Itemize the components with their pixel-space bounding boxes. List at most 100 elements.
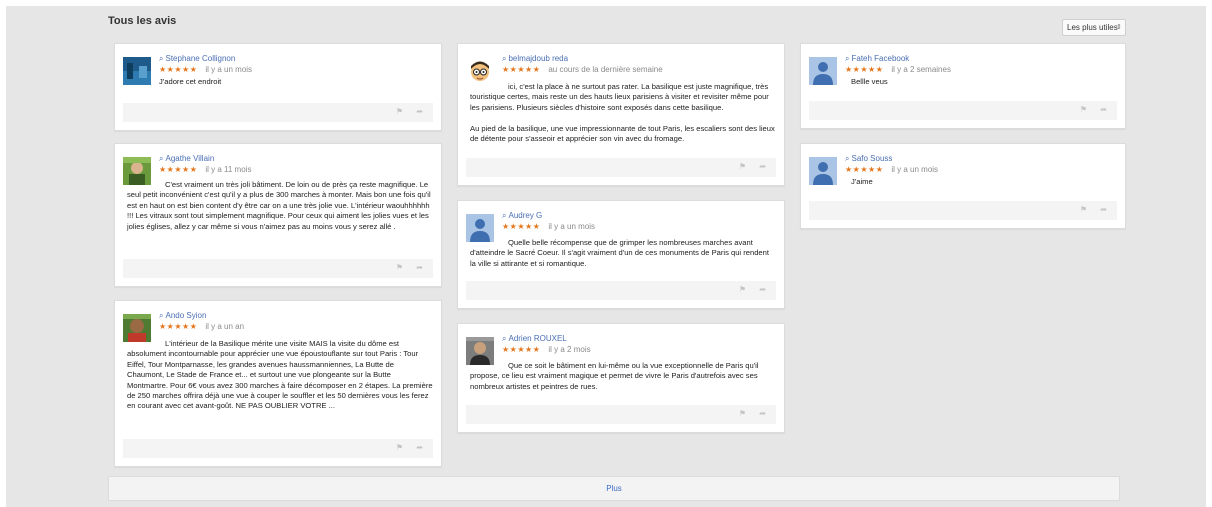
load-more-link[interactable]: Plus	[109, 484, 1119, 493]
flag-icon[interactable]: ⚑	[396, 443, 403, 452]
review-rating: ★★★★★ il y a un mois	[159, 65, 252, 74]
share-icon[interactable]: ➦	[759, 285, 766, 294]
avatar	[809, 157, 837, 185]
star-rating: ★★★★★	[502, 345, 541, 354]
flag-icon[interactable]: ⚑	[1080, 105, 1087, 114]
review-date: il y a 2 semaines	[891, 65, 951, 74]
flag-icon[interactable]: ⚑	[739, 285, 746, 294]
page-title: Tous les avis	[108, 15, 177, 27]
search-icon: ⌕	[502, 211, 507, 220]
review-rating: ★★★★★ il y a 11 mois	[159, 165, 251, 174]
avatar	[466, 57, 494, 85]
search-icon: ⌕	[159, 54, 164, 63]
review-author-name: Safo Souss	[851, 154, 893, 163]
review-text: Bellle veus	[851, 77, 888, 86]
review-author-name: Agathe Villain	[165, 154, 215, 163]
review-author-link[interactable]: ⌕ belmajdoub reda	[502, 54, 568, 64]
review-card: ⌕ Stephane Collignon ★★★★★ il y a un mois …	[114, 43, 442, 131]
review-card: ⌕ Agathe Villain ★★★★★ il y a 11 mois C'es…	[114, 143, 442, 287]
avatar	[809, 57, 837, 85]
review-card: ⌕ belmajdoub reda ★★★★★ au cours de la der…	[457, 43, 785, 186]
share-icon[interactable]: ➦	[416, 107, 423, 116]
share-icon[interactable]: ➦	[759, 409, 766, 418]
search-icon: ⌕	[502, 54, 507, 63]
review-text: J'aime	[851, 177, 873, 186]
review-card: ⌕ Fateh Facebook ★★★★★ il y a 2 semaines B…	[800, 43, 1126, 129]
review-text: L'intérieur de la Basilique mérite une v…	[127, 339, 433, 411]
search-icon: ⌕	[159, 311, 164, 320]
review-rating: ★★★★★ au cours de la dernière semaine	[502, 65, 663, 74]
sort-select-label: Les plus utiles	[1067, 23, 1118, 32]
review-text: ici, c'est la place à ne surtout pas rat…	[470, 82, 769, 112]
review-actions: ⚑ ➦	[466, 158, 776, 177]
star-rating: ★★★★★	[159, 322, 198, 331]
review-author-link[interactable]: ⌕ Stephane Collignon	[159, 54, 235, 64]
star-rating: ★★★★★	[845, 165, 884, 174]
search-icon: ⌕	[159, 154, 164, 163]
review-text: J'adore cet endroit	[159, 77, 222, 86]
star-rating: ★★★★★	[502, 222, 541, 231]
avatar	[123, 314, 151, 342]
star-rating: ★★★★★	[159, 65, 198, 74]
star-rating: ★★★★★	[845, 65, 884, 74]
flag-icon[interactable]: ⚑	[739, 409, 746, 418]
review-author-name: Ando Syion	[165, 311, 207, 320]
review-author-name: belmajdoub reda	[508, 54, 569, 63]
review-author-name: Adrien ROUXEL	[508, 334, 567, 343]
sort-select[interactable]: Les plus utiles ⇕	[1062, 19, 1126, 36]
review-actions: ⚑ ➦	[123, 259, 433, 278]
review-rating: ★★★★★ il y a un mois	[502, 222, 595, 231]
review-date: il y a un mois	[205, 65, 253, 74]
review-text: Que ce soit le bâtiment en lui-même ou l…	[470, 361, 759, 391]
share-icon[interactable]: ➦	[1100, 105, 1107, 114]
star-rating: ★★★★★	[502, 65, 541, 74]
review-author-link[interactable]: ⌕ Adrien ROUXEL	[502, 334, 567, 344]
review-card: ⌕ Ando Syion ★★★★★ il y a un an L'intérieu…	[114, 300, 442, 467]
review-date: il y a un mois	[891, 165, 939, 174]
review-author-link[interactable]: ⌕ Audrey G	[502, 211, 542, 221]
review-author-link[interactable]: ⌕ Safo Souss	[845, 154, 892, 164]
share-icon[interactable]: ➦	[759, 162, 766, 171]
avatar	[123, 57, 151, 85]
review-text: C'est vraiment un très joli bâtiment. De…	[127, 180, 431, 231]
review-rating: ★★★★★ il y a un mois	[845, 165, 938, 174]
review-actions: ⚑ ➦	[123, 103, 433, 122]
share-icon[interactable]: ➦	[416, 263, 423, 272]
review-actions: ⚑ ➦	[809, 101, 1117, 120]
review-rating: ★★★★★ il y a 2 semaines	[845, 65, 951, 74]
flag-icon[interactable]: ⚑	[396, 107, 403, 116]
review-author-name: Stephane Collignon	[165, 54, 236, 63]
share-icon[interactable]: ➦	[1100, 205, 1107, 214]
review-actions: ⚑ ➦	[466, 281, 776, 300]
review-author-link[interactable]: ⌕ Ando Syion	[159, 311, 206, 321]
review-text-continued: Au pied de la basilique, une vue impress…	[470, 124, 775, 144]
review-date: il y a 11 mois	[205, 165, 252, 174]
review-card: ⌕ Adrien ROUXEL ★★★★★ il y a 2 mois Que ce…	[457, 323, 785, 433]
review-rating: ★★★★★ il y a un an	[159, 322, 244, 331]
flag-icon[interactable]: ⚑	[396, 263, 403, 272]
review-author-link[interactable]: ⌕ Fateh Facebook	[845, 54, 909, 64]
flag-icon[interactable]: ⚑	[1080, 205, 1087, 214]
review-text: Quelle belle récompense que de grimper l…	[470, 238, 769, 268]
review-card: ⌕ Audrey G ★★★★★ il y a un mois Quelle bel…	[457, 200, 785, 309]
review-date: il y a un mois	[548, 222, 596, 231]
sort-arrows-icon: ⇕	[1116, 24, 1122, 31]
search-icon: ⌕	[502, 334, 507, 343]
review-date: il y a 2 mois	[548, 345, 591, 354]
review-actions: ⚑ ➦	[123, 439, 433, 458]
review-actions: ⚑ ➦	[466, 405, 776, 424]
search-icon: ⌕	[845, 54, 850, 63]
search-icon: ⌕	[845, 154, 850, 163]
review-date: au cours de la dernière semaine	[548, 65, 663, 74]
review-author-link[interactable]: ⌕ Agathe Villain	[159, 154, 214, 164]
share-icon[interactable]: ➦	[416, 443, 423, 452]
review-author-name: Audrey G	[508, 211, 543, 220]
review-author-name: Fateh Facebook	[851, 54, 910, 63]
star-rating: ★★★★★	[159, 165, 198, 174]
review-card: ⌕ Safo Souss ★★★★★ il y a un mois J'aime ⚑…	[800, 143, 1126, 229]
review-actions: ⚑ ➦	[809, 201, 1117, 220]
review-date: il y a un an	[205, 322, 245, 331]
flag-icon[interactable]: ⚑	[739, 162, 746, 171]
review-rating: ★★★★★ il y a 2 mois	[502, 345, 591, 354]
load-more-bar: Plus	[108, 476, 1120, 501]
